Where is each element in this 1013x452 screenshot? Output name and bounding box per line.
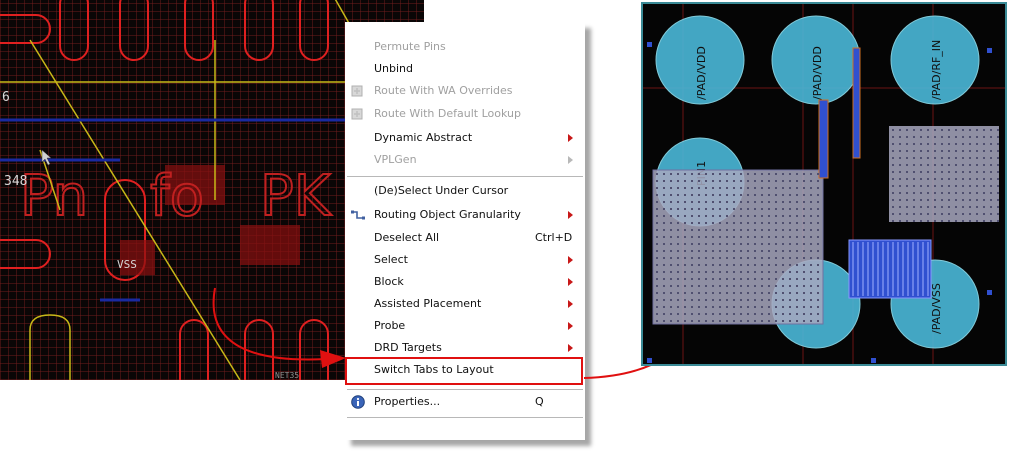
submenu-arrow-icon: [568, 300, 573, 308]
menu-item-select[interactable]: Select: [345, 249, 585, 271]
submenu-arrow-icon: [568, 156, 573, 164]
menu-item-route-wa-overrides[interactable]: Route With WA Overrides: [345, 80, 585, 102]
net-label-bottom: NET35: [275, 371, 300, 380]
menu-item-routing-object-granularity[interactable]: Routing Object Granularity: [345, 204, 585, 226]
menu-item-switch-tabs-to-layout[interactable]: Switch Tabs to Layout: [345, 359, 585, 381]
context-menu: Permute Pins Unbind Route With WA Overri…: [345, 22, 585, 440]
menu-item-block[interactable]: Block: [345, 271, 585, 293]
menu-item-vplgen[interactable]: VPLGen: [345, 149, 585, 171]
right-layout-view[interactable]: /PAD/VDD /PAD/VDD /PAD/RF_IN PIN1 /PAD/V…: [641, 2, 1007, 366]
menu-item-deselect-under-cursor[interactable]: (De)Select Under Cursor: [345, 180, 585, 202]
menu-item-drd-targets[interactable]: DRD Targets: [345, 337, 585, 359]
net-label-vss: VSS: [117, 258, 137, 271]
svg-text:fo: fo: [150, 164, 204, 229]
info-icon: [351, 395, 365, 409]
submenu-arrow-icon: [568, 344, 573, 352]
menu-item-unbind[interactable]: Unbind: [345, 58, 585, 80]
block-dot-grid-overlay: [656, 129, 999, 322]
menu-item-route-default-lookup[interactable]: Route With Default Lookup: [345, 103, 585, 125]
menu-separator: [347, 176, 583, 177]
submenu-arrow-icon: [568, 278, 573, 286]
submenu-arrow-icon: [568, 134, 573, 142]
coordinate-label-6: 6: [2, 90, 10, 105]
menu-separator: [347, 389, 583, 390]
menu-separator: [347, 417, 583, 418]
coordinate-label-348: 348: [4, 174, 28, 189]
submenu-arrow-icon: [568, 211, 573, 219]
svg-text:PK: PK: [260, 164, 332, 229]
route-icon: [351, 85, 363, 97]
menu-item-properties[interactable]: Properties... Q: [345, 391, 585, 413]
routing-granularity-icon: [351, 210, 365, 220]
submenu-arrow-icon: [568, 256, 573, 264]
menu-item-deselect-all[interactable]: Deselect All Ctrl+D: [345, 227, 585, 249]
menu-item-dynamic-abstract[interactable]: Dynamic Abstract: [345, 127, 585, 149]
submenu-arrow-icon: [568, 322, 573, 330]
menu-item-probe[interactable]: Probe: [345, 315, 585, 337]
menu-item-assisted-placement[interactable]: Assisted Placement: [345, 293, 585, 315]
menu-item-permute-pins[interactable]: Permute Pins: [345, 36, 585, 58]
route-icon: [351, 108, 363, 120]
svg-text:Pn: Pn: [20, 164, 88, 229]
